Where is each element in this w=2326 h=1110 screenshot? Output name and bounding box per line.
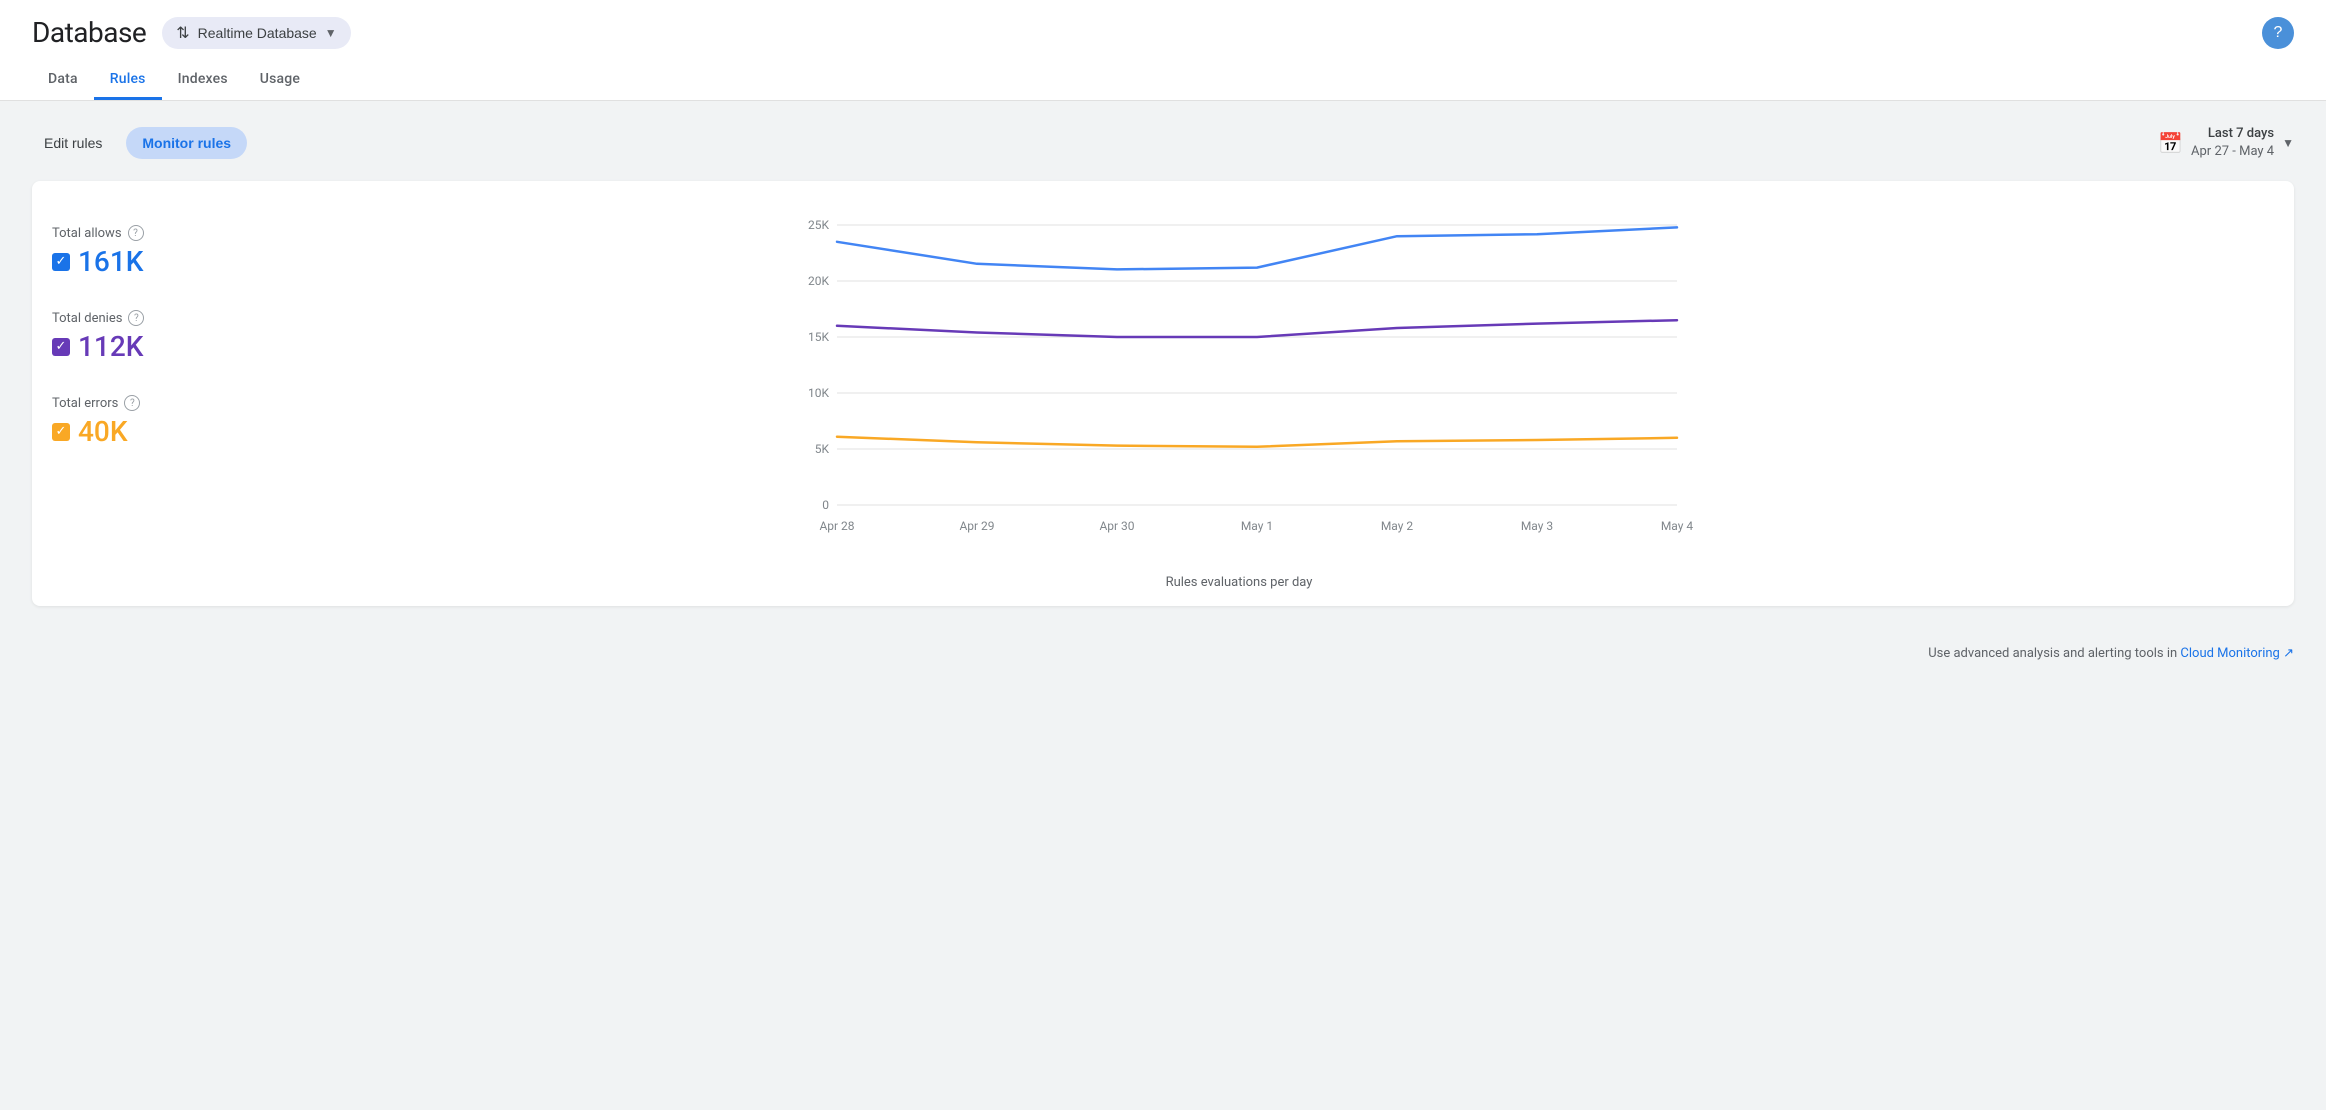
chart-svg: 25K 20K 15K 10K 5K 0 Apr 28 Apr 29 Apr 3…	[212, 205, 2266, 565]
errors-label: Total errors	[52, 396, 118, 411]
date-chevron-icon: ▼	[2282, 136, 2294, 150]
legend-denies: Total denies ? ✓ 112K	[52, 310, 212, 363]
rules-btn-group: Edit rules Monitor rules	[32, 127, 247, 159]
denies-label: Total denies	[52, 311, 122, 326]
external-link-icon: ↗	[2283, 646, 2294, 661]
svg-text:May 3: May 3	[1521, 519, 1553, 533]
chart-svg-container: 25K 20K 15K 10K 5K 0 Apr 28 Apr 29 Apr 3…	[212, 205, 2266, 569]
date-range-value: Apr 27 - May 4	[2191, 143, 2274, 161]
svg-text:May 4: May 4	[1661, 519, 1694, 533]
errors-checkbox[interactable]: ✓	[52, 423, 70, 441]
allows-checkbox[interactable]: ✓	[52, 253, 70, 271]
legend-errors: Total errors ? ✓ 40K	[52, 395, 212, 448]
svg-text:5K: 5K	[815, 442, 830, 456]
help-button[interactable]: ?	[2262, 17, 2294, 49]
tab-usage[interactable]: Usage	[244, 61, 316, 100]
nav-tabs: Data Rules Indexes Usage	[32, 61, 2294, 100]
svg-text:Apr 28: Apr 28	[819, 519, 854, 533]
chart-card: Total allows ? ✓ 161K Total denies ? ✓	[32, 181, 2294, 606]
tab-rules[interactable]: Rules	[94, 61, 162, 100]
legend-allows: Total allows ? ✓ 161K	[52, 225, 212, 278]
denies-value: 112K	[78, 330, 143, 363]
denies-help-icon: ?	[128, 310, 144, 326]
blue-line	[837, 228, 1677, 270]
db-selector-label: Realtime Database	[198, 25, 317, 41]
help-icon: ?	[2274, 24, 2283, 42]
yellow-line	[837, 437, 1677, 447]
allows-label: Total allows	[52, 226, 122, 241]
chart-area: 25K 20K 15K 10K 5K 0 Apr 28 Apr 29 Apr 3…	[212, 205, 2266, 590]
main-content: Edit rules Monitor rules 📅 Last 7 days A…	[0, 101, 2326, 630]
header-row: Database ⇅ Realtime Database ▼ ?	[32, 16, 2294, 49]
page-title: Database	[32, 16, 146, 49]
footer-text: Use advanced analysis and alerting tools…	[1928, 646, 2177, 661]
svg-text:10K: 10K	[808, 386, 829, 400]
svg-text:0: 0	[822, 498, 829, 512]
cloud-monitoring-link[interactable]: Cloud Monitoring ↗	[2180, 646, 2294, 661]
db-selector-button[interactable]: ⇅ Realtime Database ▼	[162, 17, 350, 49]
date-range-label: Last 7 days	[2191, 125, 2274, 143]
errors-help-icon: ?	[124, 395, 140, 411]
svg-text:20K: 20K	[808, 274, 829, 288]
errors-value: 40K	[78, 415, 128, 448]
tab-indexes[interactable]: Indexes	[162, 61, 244, 100]
edit-rules-button[interactable]: Edit rules	[32, 127, 114, 159]
svg-text:May 2: May 2	[1381, 519, 1414, 533]
purple-line	[837, 321, 1677, 338]
chart-legend: Total allows ? ✓ 161K Total denies ? ✓	[52, 205, 212, 590]
date-range-selector[interactable]: 📅 Last 7 days Apr 27 - May 4 ▼	[2158, 125, 2294, 161]
monitor-rules-button[interactable]: Monitor rules	[126, 127, 247, 159]
top-bar: Database ⇅ Realtime Database ▼ ? Data Ru…	[0, 0, 2326, 101]
svg-text:25K: 25K	[808, 218, 829, 232]
allows-value: 161K	[78, 245, 143, 278]
denies-checkbox[interactable]: ✓	[52, 338, 70, 356]
allows-help-icon: ?	[128, 225, 144, 241]
footer-note: Use advanced analysis and alerting tools…	[0, 630, 2326, 677]
tab-data[interactable]: Data	[32, 61, 94, 100]
svg-text:Apr 29: Apr 29	[959, 519, 994, 533]
chart-x-axis-label: Rules evaluations per day	[212, 575, 2266, 590]
svg-text:15K: 15K	[808, 330, 829, 344]
chevron-down-icon: ▼	[325, 26, 337, 40]
chart-inner: Total allows ? ✓ 161K Total denies ? ✓	[52, 205, 2266, 590]
toolbar: Edit rules Monitor rules 📅 Last 7 days A…	[32, 125, 2294, 161]
svg-text:May 1: May 1	[1241, 519, 1273, 533]
calendar-icon: 📅	[2158, 131, 2183, 155]
svg-text:Apr 30: Apr 30	[1099, 519, 1134, 533]
db-icon: ⇅	[176, 23, 189, 43]
